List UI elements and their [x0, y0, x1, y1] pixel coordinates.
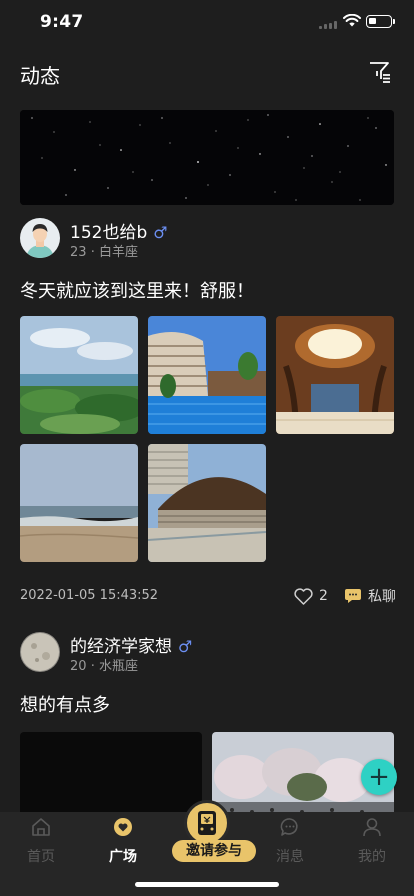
- heart-badge-icon: [114, 818, 132, 836]
- heart-icon: [294, 587, 313, 605]
- battery-icon: [366, 15, 395, 28]
- post-photo[interactable]: [20, 444, 138, 562]
- home-icon: [32, 818, 50, 836]
- post-header: 的经济学家想 ♂ 20 · 水瓶座: [20, 632, 394, 676]
- male-icon: ♂: [178, 637, 193, 656]
- post-text: 想的有点多: [20, 695, 110, 716]
- tab-home[interactable]: 首页: [0, 812, 82, 868]
- wifi-icon: [343, 14, 361, 27]
- tab-square[interactable]: 广场: [82, 812, 164, 868]
- message-icon: [280, 818, 298, 836]
- feed[interactable]: 152也给b ♂ 23 · 白羊座 冬天就应该到这里来！舒服！ 2022-01-…: [0, 100, 414, 812]
- post-photo[interactable]: [148, 444, 266, 562]
- page-title: 动态: [20, 64, 60, 88]
- profile-icon: [363, 818, 381, 837]
- user-meta: 20 · 水瓶座: [70, 659, 138, 674]
- post-photo[interactable]: [20, 316, 138, 434]
- private-chat-button[interactable]: 私聊: [344, 586, 396, 606]
- user-meta: 23 · 白羊座: [70, 245, 138, 260]
- male-icon: ♂: [153, 223, 168, 242]
- home-indicator: [135, 882, 279, 887]
- add-post-button[interactable]: +: [361, 759, 397, 795]
- post-text: 冬天就应该到这里来！舒服！: [20, 281, 254, 302]
- tab-invite[interactable]: 邀请参与: [172, 840, 256, 862]
- username[interactable]: 的经济学家想 ♂: [70, 632, 192, 657]
- like-button[interactable]: 2: [294, 586, 328, 606]
- post-footer: 2022-01-05 15:43:52 2 私聊: [20, 586, 396, 606]
- cellular-signal-icon: [319, 21, 337, 29]
- avatar[interactable]: [20, 632, 60, 672]
- status-bar: 9:47: [0, 0, 414, 44]
- filter-icon[interactable]: [368, 60, 392, 84]
- username[interactable]: 152也给b ♂: [70, 218, 168, 243]
- private-chat-label: 私聊: [368, 589, 396, 605]
- tab-messages[interactable]: 消息: [249, 812, 331, 868]
- avatar[interactable]: [20, 218, 60, 258]
- post-photo[interactable]: [148, 316, 266, 434]
- post-timestamp: 2022-01-05 15:43:52: [20, 588, 159, 603]
- banner-image[interactable]: [20, 110, 394, 205]
- post-photo[interactable]: [20, 732, 202, 812]
- nav-bar: 动态: [0, 44, 414, 100]
- chat-bubble-icon: [345, 589, 361, 603]
- post-photo[interactable]: [276, 316, 394, 434]
- status-time: 9:47: [40, 12, 84, 32]
- like-count: 2: [319, 588, 328, 604]
- post-header: 152也给b ♂ 23 · 白羊座: [20, 218, 394, 262]
- tab-profile[interactable]: 我的: [331, 812, 413, 868]
